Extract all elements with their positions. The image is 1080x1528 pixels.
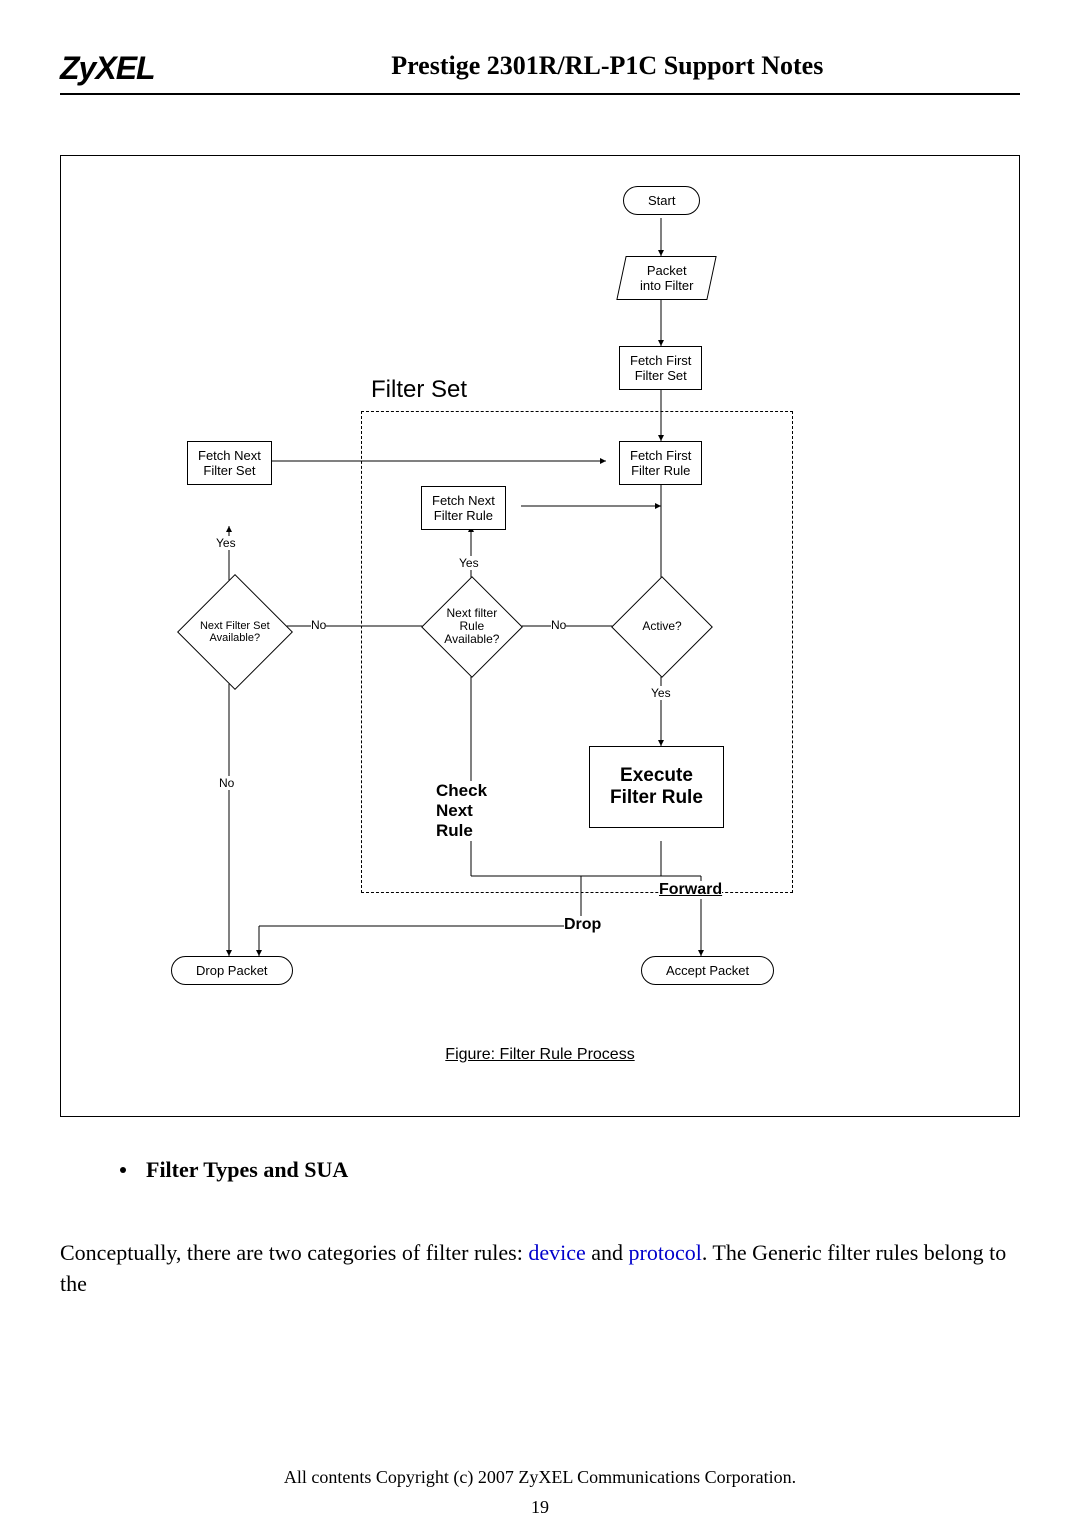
protocol-link[interactable]: protocol [629,1240,702,1265]
no-label-3: No [219,776,234,790]
bullet-dot-icon [120,1167,126,1173]
fetch-next-rule-node: Fetch Next Filter Rule [421,486,506,530]
filter-set-section-title: Filter Set [371,376,467,404]
header-divider [60,93,1020,95]
start-node: Start [623,186,700,215]
fetch-next-set-node: Fetch Next Filter Set [187,441,272,485]
packet-into-filter-label: Packet into Filter [640,263,693,293]
bullet-item: Filter Types and SUA [120,1157,1020,1183]
execute-node: Execute Filter Rule [589,746,724,828]
flowchart-container: Filter Set Start Packet into Filter Fetc… [60,155,1020,1117]
yes-label-2: Yes [459,556,479,570]
accept-packet-node: Accept Packet [641,956,774,985]
footer-copyright: All contents Copyright (c) 2007 ZyXEL Co… [0,1467,1080,1488]
para-pre: Conceptually, there are two categories o… [60,1240,528,1265]
yes-label-3: Yes [651,686,671,700]
drop-label: Drop [564,916,601,934]
next-set-diamond: Next Filter Set Available? [177,574,293,690]
drop-packet-node: Drop Packet [171,956,293,985]
next-rule-label: Next filter Rule Available? [444,607,499,647]
page-title: Prestige 2301R/RL-P1C Support Notes [155,51,1020,87]
fetch-first-rule-node: Fetch First Filter Rule [619,441,702,485]
page-number: 19 [0,1497,1080,1518]
next-set-label: Next Filter Set Available? [200,620,270,644]
figure-caption: Figure: Filter Rule Process [61,1046,1019,1064]
yes-label-1: Yes [216,536,236,550]
check-next-label: Check Next Rule [436,781,487,841]
device-link[interactable]: device [528,1240,585,1265]
para-mid: and [586,1240,629,1265]
no-label-2: No [551,618,566,632]
packet-into-filter-node: Packet into Filter [616,256,717,300]
fetch-first-set-node: Fetch First Filter Set [619,346,702,390]
paragraph: Conceptually, there are two categories o… [60,1238,1020,1300]
active-label: Active? [642,620,681,633]
filter-set-frame [361,411,793,893]
no-label-1: No [311,618,326,632]
page-header: ZyXEL Prestige 2301R/RL-P1C Support Note… [0,0,1080,87]
bullet-title: Filter Types and SUA [146,1157,348,1183]
forward-label: Forward [659,881,722,899]
brand-logo: ZyXEL [60,50,155,87]
body-text-region: Filter Types and SUA Conceptually, there… [60,1157,1020,1300]
